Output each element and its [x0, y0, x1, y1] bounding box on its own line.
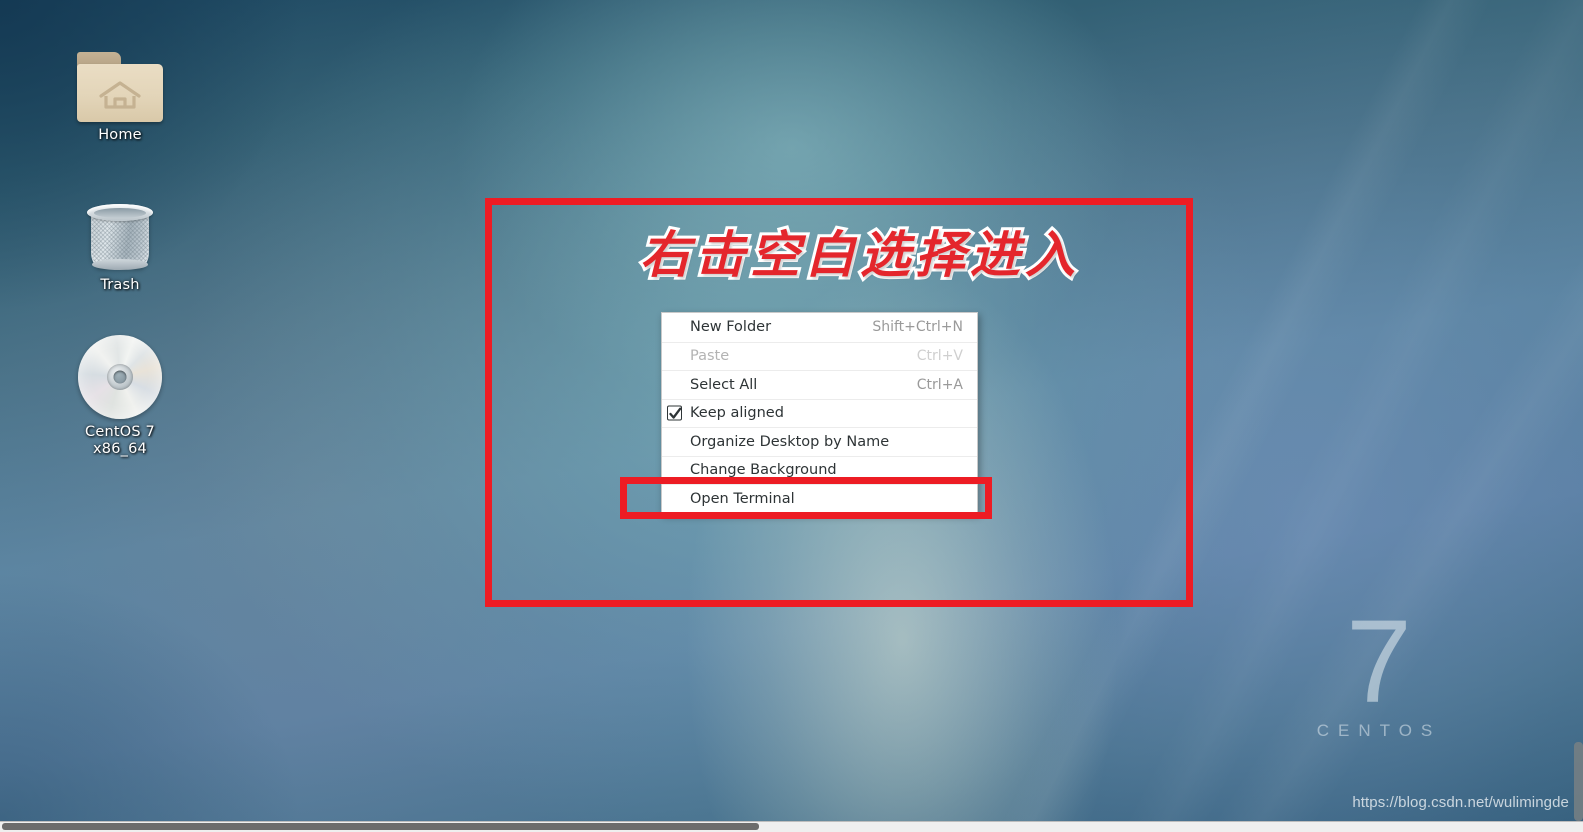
- wallpaper-vignette-bottom-left: [0, 491, 400, 821]
- centos-branding-watermark: 7 CENTOS: [1294, 596, 1464, 741]
- menu-item-change-background[interactable]: Change Background: [662, 455, 977, 485]
- menu-item-new-folder[interactable]: New Folder Shift+Ctrl+N: [662, 313, 977, 342]
- menu-item-keep-aligned[interactable]: Keep aligned: [662, 398, 977, 428]
- trash-can-icon: [58, 188, 182, 272]
- blog-url-watermark: https://blog.csdn.net/wulimingde: [1352, 794, 1569, 811]
- menu-item-open-terminal[interactable]: Open Terminal: [662, 484, 977, 513]
- centos-distro-name: CENTOS: [1316, 720, 1442, 740]
- menu-item-label: Change Background: [690, 462, 837, 479]
- desktop-context-menu[interactable]: New Folder Shift+Ctrl+N Paste Ctrl+V Sel…: [661, 312, 978, 514]
- desktop-icon-label: Trash: [100, 277, 140, 293]
- desktop-icon-centos-disc[interactable]: CentOS 7 x86_64: [58, 335, 182, 457]
- wallpaper-light-streaks: [963, 0, 1583, 821]
- centos-version-number: 7: [1346, 596, 1412, 728]
- menu-item-label: Keep aligned: [690, 405, 784, 422]
- horizontal-scrollbar-thumb[interactable]: [2, 823, 759, 830]
- menu-item-label: New Folder: [690, 319, 772, 336]
- annotation-instruction-text: 右击空白选择进入: [637, 222, 1080, 287]
- desktop-icon-label: CentOS 7 x86_64: [85, 424, 155, 457]
- optical-disc-icon: [58, 335, 182, 419]
- house-glyph-icon: [99, 81, 141, 109]
- menu-item-label: Select All: [690, 376, 758, 393]
- desktop-wallpaper[interactable]: Home Trash CentOS 7 x86_64 7 CENTOS http…: [0, 0, 1583, 821]
- menu-item-label: Organize Desktop by Name: [690, 433, 890, 450]
- menu-item-shortcut: Ctrl+A: [916, 376, 963, 393]
- menu-item-shortcut: Ctrl+V: [916, 348, 963, 365]
- menu-item-organize-desktop-by-name[interactable]: Organize Desktop by Name: [662, 427, 977, 456]
- menu-item-shortcut: Shift+Ctrl+N: [872, 319, 963, 336]
- menu-item-paste[interactable]: Paste Ctrl+V: [662, 341, 977, 371]
- desktop-icon-label: Home: [98, 127, 142, 143]
- menu-item-select-all[interactable]: Select All Ctrl+A: [662, 370, 977, 399]
- menu-item-label: Paste: [690, 348, 730, 365]
- vertical-scrollbar-thumb[interactable]: [1574, 742, 1583, 821]
- checkbox-checked-icon[interactable]: [667, 405, 682, 421]
- desktop-icon-home[interactable]: Home: [58, 38, 182, 144]
- menu-item-label: Open Terminal: [690, 490, 795, 507]
- desktop-icon-trash[interactable]: Trash: [58, 188, 182, 294]
- folder-home-icon: [58, 38, 182, 122]
